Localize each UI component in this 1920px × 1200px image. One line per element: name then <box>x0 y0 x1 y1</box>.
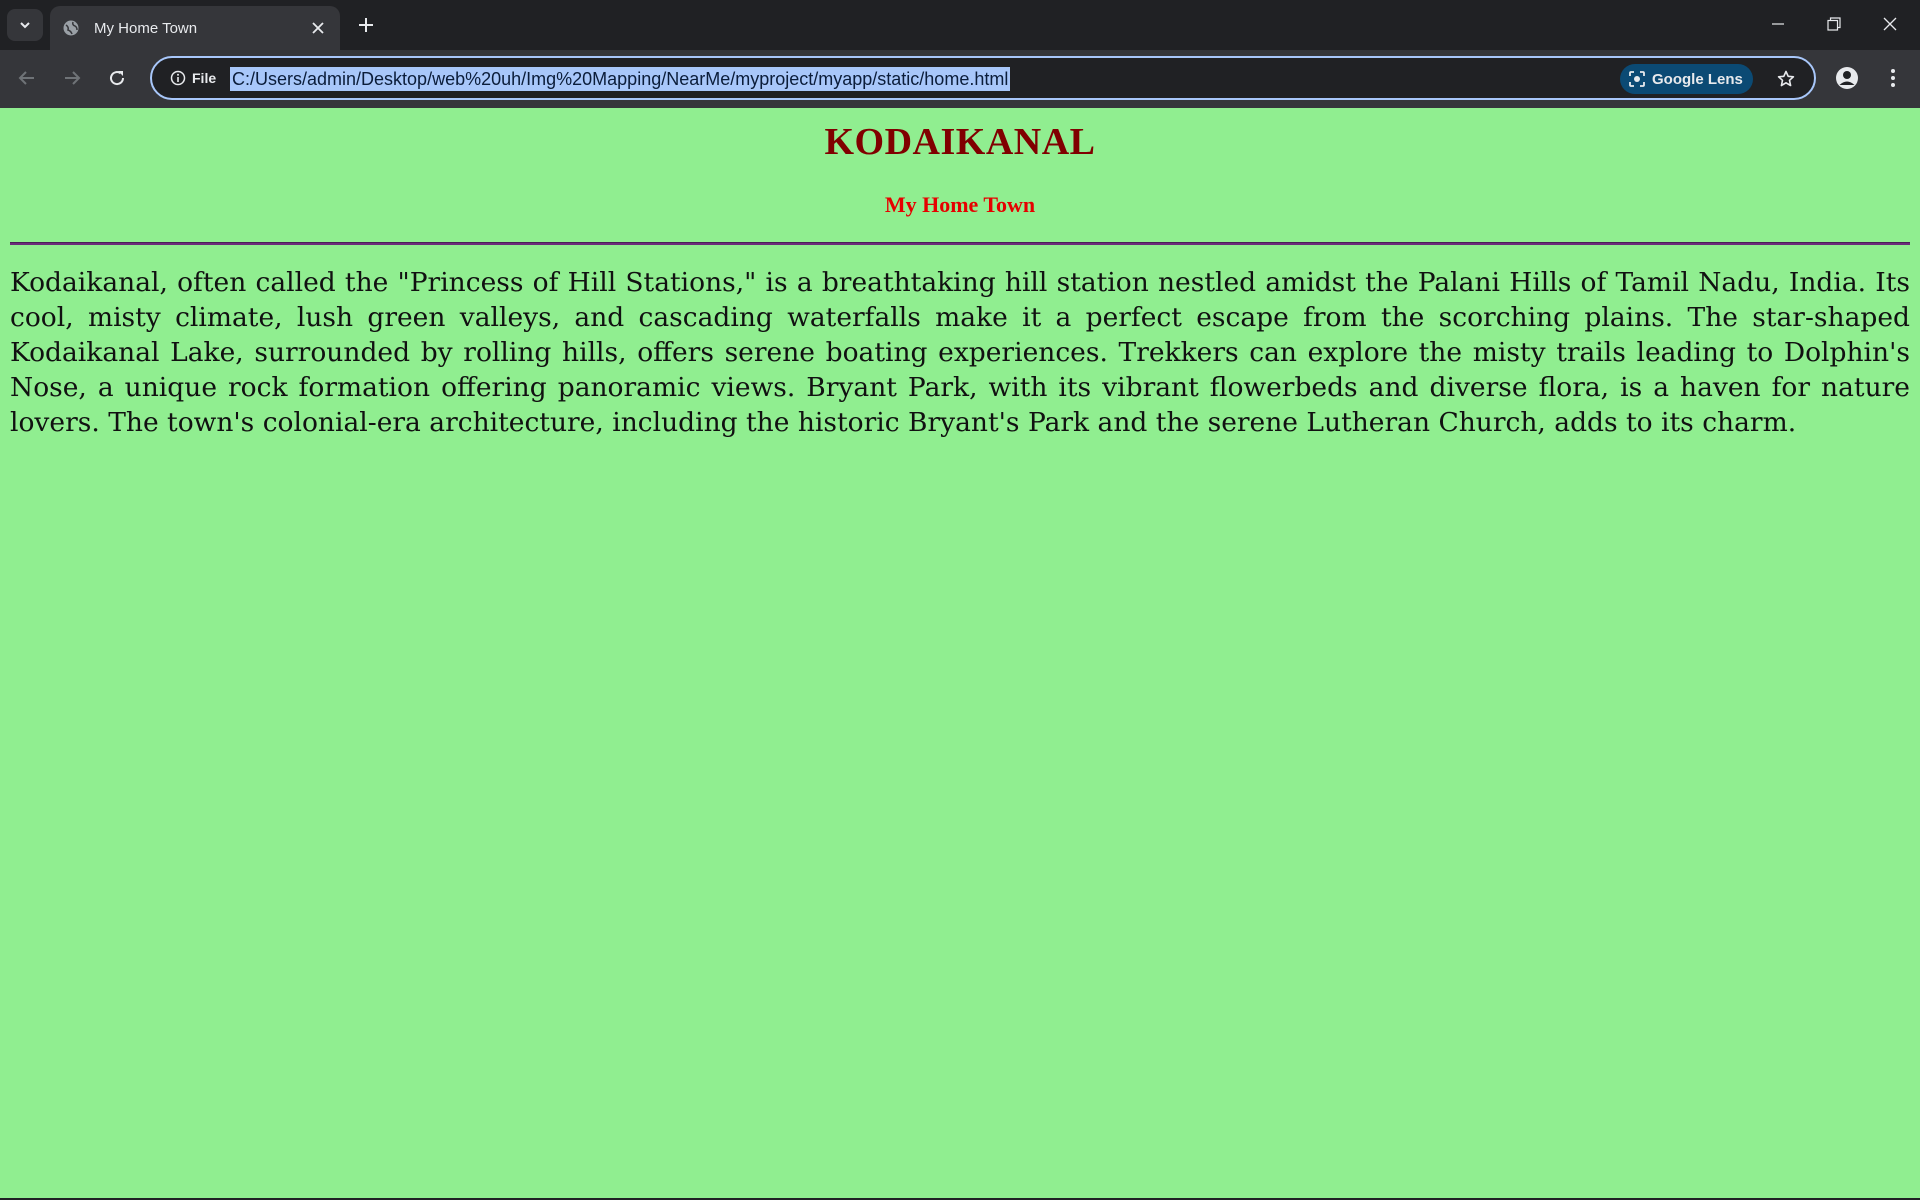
site-info-button[interactable]: File <box>162 65 224 91</box>
back-icon <box>18 71 34 85</box>
address-bar[interactable]: File C:/Users/admin/Desktop/web%20uh/Img… <box>150 56 1816 100</box>
more-icon <box>1891 69 1895 87</box>
tab-strip: My Home Town <box>0 0 1920 50</box>
back-button[interactable] <box>10 61 44 95</box>
scheme-label: File <box>192 70 217 86</box>
page-content: KODAIKANAL My Home Town Kodaikanal, ofte… <box>0 108 1920 1198</box>
forward-button[interactable] <box>55 61 89 95</box>
url-text[interactable]: C:/Users/admin/Desktop/web%20uh/Img%20Ma… <box>230 67 1011 91</box>
globe-icon <box>62 19 80 37</box>
page-subtitle: My Home Town <box>884 192 1036 217</box>
minimize-button[interactable] <box>1750 0 1806 48</box>
forward-icon <box>65 71 81 85</box>
description-paragraph: Kodaikanal, often called the "Princess o… <box>10 267 1910 438</box>
tab-title: My Home Town <box>94 19 198 37</box>
browser-tab[interactable]: My Home Town <box>50 6 340 50</box>
lens-icon <box>1629 71 1645 87</box>
restore-icon <box>1827 17 1841 31</box>
page-title: KODAIKANAL <box>824 121 1096 163</box>
close-icon <box>312 22 324 34</box>
browser-toolbar: File C:/Users/admin/Desktop/web%20uh/Img… <box>0 50 1920 108</box>
profile-button[interactable] <box>1830 61 1864 95</box>
reload-icon <box>110 71 125 86</box>
restore-button[interactable] <box>1806 0 1862 48</box>
google-lens-button[interactable]: Google Lens <box>1620 64 1753 94</box>
profile-icon <box>1836 67 1858 89</box>
bookmark-button[interactable] <box>1770 64 1802 94</box>
google-lens-label: Google Lens <box>1652 70 1743 88</box>
plus-icon <box>359 18 373 32</box>
tab-search-button[interactable] <box>7 9 43 41</box>
minimize-icon <box>1772 23 1784 25</box>
menu-button[interactable] <box>1876 61 1910 95</box>
tab-close-button[interactable] <box>306 16 330 40</box>
info-icon <box>170 70 186 86</box>
close-icon <box>1883 17 1897 31</box>
reload-button[interactable] <box>100 61 134 95</box>
star-icon <box>1777 70 1795 87</box>
horizontal-rule <box>10 242 1910 245</box>
new-tab-button[interactable] <box>351 10 381 40</box>
close-window-button[interactable] <box>1862 0 1918 48</box>
chevron-down-icon <box>20 22 30 29</box>
